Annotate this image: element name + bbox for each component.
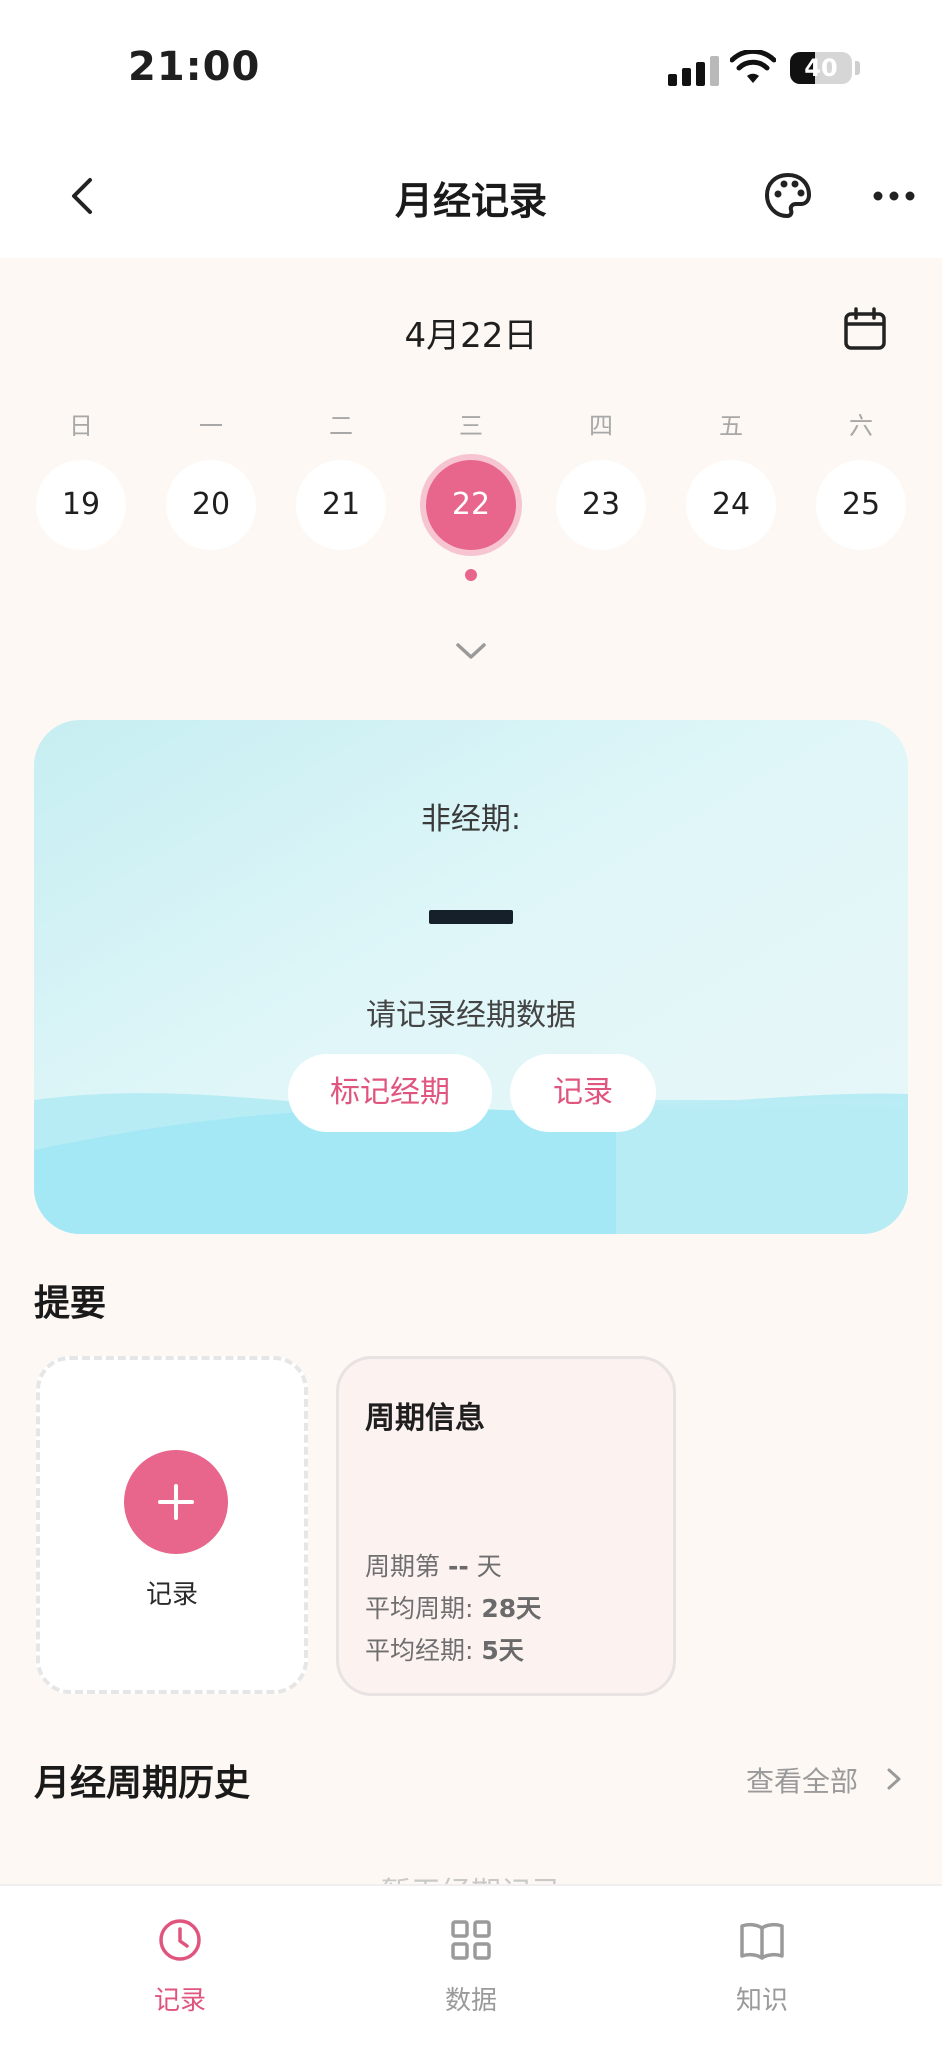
cycle-day-line: 周期第 -- 天 bbox=[365, 1547, 502, 1583]
weekday-label: 五 bbox=[719, 412, 743, 440]
chevron-down-icon[interactable] bbox=[452, 636, 490, 666]
date-cell[interactable]: 20 bbox=[166, 460, 256, 550]
date-cell[interactable]: 19 bbox=[36, 460, 126, 550]
add-button[interactable] bbox=[124, 1450, 228, 1554]
phase-day-placeholder bbox=[429, 910, 513, 924]
status-time: 21:00 bbox=[128, 44, 261, 90]
tab-label: 知识 bbox=[735, 1986, 788, 2016]
tab-record[interactable]: 记录 bbox=[90, 1886, 270, 2026]
weekday-label: 一 bbox=[199, 412, 223, 440]
wifi-icon bbox=[730, 50, 776, 83]
add-record-card[interactable]: 记录 bbox=[36, 1356, 308, 1694]
cellular-signal-icon bbox=[668, 56, 719, 86]
add-record-label: 记录 bbox=[145, 1580, 198, 1610]
date-cell-selected[interactable]: 22 bbox=[426, 460, 516, 550]
weekday-label: 三 bbox=[459, 412, 483, 440]
battery-tip bbox=[855, 61, 860, 75]
summary-title: 提要 bbox=[34, 1283, 107, 1324]
avg-cycle-value: 28天 bbox=[481, 1594, 542, 1623]
battery-icon: 40 bbox=[790, 52, 852, 84]
book-icon bbox=[740, 1922, 784, 1960]
selected-date: 4月22日 bbox=[404, 316, 538, 356]
cycle-day-suffix: 天 bbox=[476, 1552, 502, 1581]
tab-data[interactable]: 数据 bbox=[381, 1886, 561, 2026]
calendar-icon[interactable] bbox=[842, 306, 888, 352]
tab-label: 数据 bbox=[444, 1986, 497, 2016]
date-cell[interactable]: 24 bbox=[686, 460, 776, 550]
more-icon[interactable] bbox=[868, 170, 920, 222]
cycle-day-value: -- bbox=[447, 1552, 469, 1581]
phase-label: 非经期: bbox=[420, 802, 522, 837]
cycle-info-title: 周期信息 bbox=[365, 1401, 485, 1436]
date-row: 19 20 21 22 23 24 25 bbox=[0, 460, 942, 550]
weekday-row: 日 一 二 三 四 五 六 bbox=[0, 406, 942, 446]
weekday-label: 六 bbox=[849, 412, 873, 440]
mark-period-button[interactable]: 标记经期 bbox=[288, 1054, 492, 1132]
record-button[interactable]: 记录 bbox=[510, 1054, 656, 1132]
palette-icon[interactable] bbox=[762, 170, 814, 222]
cycle-info-card[interactable]: 周期信息 周期第 -- 天 平均周期: 28天 平均经期: 5天 bbox=[336, 1356, 676, 1696]
weekday-label: 二 bbox=[329, 412, 353, 440]
battery-level: 40 bbox=[804, 54, 838, 82]
cycle-day-prefix: 周期第 bbox=[365, 1552, 441, 1581]
today-dot bbox=[465, 569, 477, 581]
status-bar: 21:00 40 bbox=[0, 0, 942, 140]
clock-icon bbox=[159, 1919, 201, 1961]
avg-period-value: 5天 bbox=[481, 1636, 524, 1665]
avg-period-line: 平均经期: 5天 bbox=[365, 1631, 524, 1667]
date-cell[interactable]: 25 bbox=[816, 460, 906, 550]
weekday-label: 日 bbox=[69, 412, 93, 440]
tab-knowledge[interactable]: 知识 bbox=[672, 1886, 852, 2026]
plus-icon bbox=[158, 1484, 194, 1520]
avg-cycle-label: 平均周期: bbox=[365, 1594, 474, 1623]
app-screen: 21:00 40 月经记录 4月22日 日 一 二 三 四 五 六 19 20 … bbox=[0, 0, 942, 2048]
tab-bar: 记录 数据 知识 bbox=[0, 1884, 942, 2048]
date-cell[interactable]: 21 bbox=[296, 460, 386, 550]
cycle-status-card: 非经期: 请记录经期数据 标记经期 记录 bbox=[34, 720, 908, 1234]
record-prompt: 请记录经期数据 bbox=[366, 998, 576, 1033]
tab-label: 记录 bbox=[153, 1986, 206, 2016]
date-cell[interactable]: 23 bbox=[556, 460, 646, 550]
history-title: 月经周期历史 bbox=[34, 1763, 251, 1804]
weekday-label: 四 bbox=[589, 412, 613, 440]
chevron-right-icon[interactable] bbox=[882, 1764, 906, 1794]
view-all-link[interactable]: 查看全部 bbox=[746, 1760, 858, 1800]
avg-period-label: 平均经期: bbox=[365, 1636, 474, 1665]
avg-cycle-line: 平均周期: 28天 bbox=[365, 1589, 541, 1625]
grid-icon bbox=[451, 1920, 491, 1960]
nav-bar: 月经记录 bbox=[0, 140, 942, 258]
